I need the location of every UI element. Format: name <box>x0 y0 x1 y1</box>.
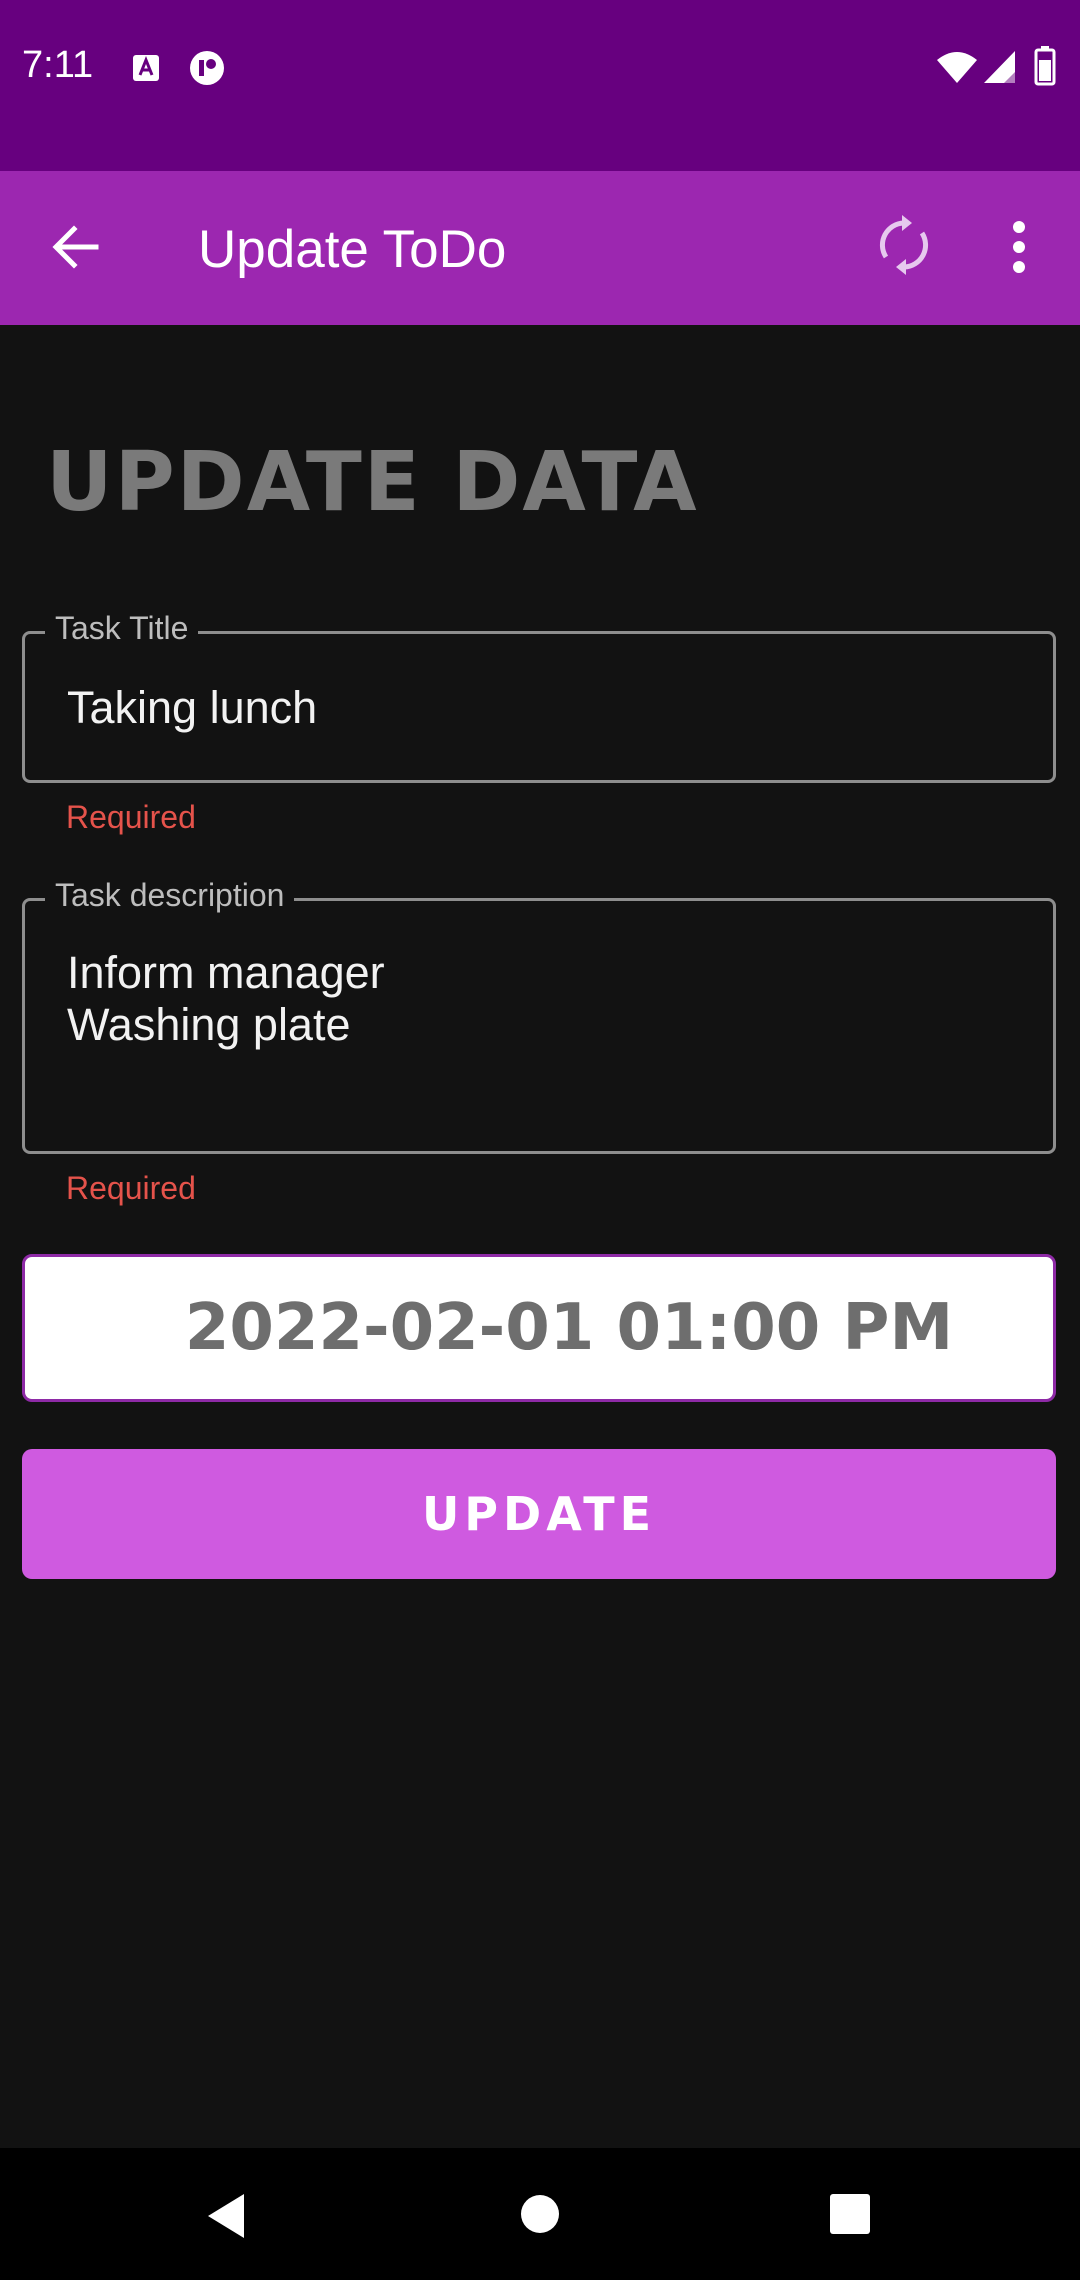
status-bar: 7:11 <box>0 0 1080 171</box>
task-description-field[interactable]: Task description Inform manager Washing … <box>22 877 1056 1154</box>
task-title-field[interactable]: Task Title Taking lunch <box>22 610 1056 783</box>
home-icon[interactable] <box>520 2194 560 2239</box>
lock-record-icon <box>188 49 226 92</box>
task-description-value: Inform manager Washing plate <box>67 947 385 1050</box>
sync-icon[interactable] <box>872 213 936 282</box>
update-button-label: UPDATE <box>421 1487 657 1541</box>
wifi-icon <box>936 50 978 89</box>
more-vertical-icon[interactable] <box>1004 217 1034 282</box>
update-button[interactable]: UPDATE <box>22 1449 1056 1579</box>
back-arrow-icon[interactable] <box>44 215 108 284</box>
font-icon <box>131 53 161 88</box>
task-title-error: Required <box>66 799 196 835</box>
battery-icon <box>1034 46 1056 91</box>
date-time-button[interactable]: 2022-02-01 01:00 PM <box>22 1254 1056 1402</box>
recents-icon[interactable] <box>829 2193 871 2240</box>
system-nav-bar <box>0 2148 1080 2280</box>
page-heading: UPDATE DATA <box>46 435 699 530</box>
task-title-value: Taking lunch <box>67 682 318 733</box>
app-bar: Update ToDo <box>0 171 1080 325</box>
signal-icon <box>982 49 1016 89</box>
status-time: 7:11 <box>22 44 94 86</box>
task-title-label: Task Title <box>45 610 199 647</box>
page-title: Update ToDo <box>198 220 507 279</box>
back-icon[interactable] <box>204 2192 248 2245</box>
task-description-error: Required <box>66 1170 196 1206</box>
task-description-label: Task description <box>45 877 295 914</box>
date-time-label: 2022-02-01 01:00 PM <box>184 1291 954 1365</box>
